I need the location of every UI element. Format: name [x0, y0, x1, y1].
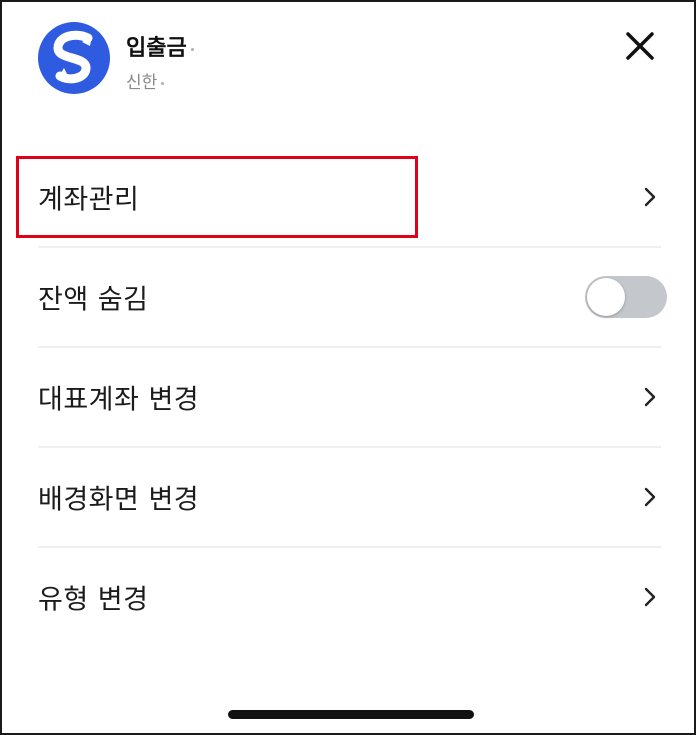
masked-dot [161, 81, 165, 85]
close-button[interactable] [620, 26, 660, 66]
account-name: 입출금 [126, 30, 194, 62]
chevron-right-icon [644, 587, 656, 607]
menu-item-change-background[interactable]: 배경화면 변경 [38, 448, 661, 548]
chevron-right-icon [644, 387, 656, 407]
menu-item-label: 대표계좌 변경 [38, 384, 200, 416]
menu-item-label: 유형 변경 [38, 584, 149, 616]
masked-dot [190, 47, 194, 51]
account-header: 입출금 신한 [2, 2, 694, 122]
chevron-right-icon [644, 487, 656, 507]
sheet-frame: 입출금 신한 계좌관리 잔액 숨김 대표계좌 변경 배경화면 변경 유형 변경 [0, 0, 696, 735]
bank-name: 신한 [126, 68, 165, 93]
menu-item-hide-balance: 잔액 숨김 [38, 248, 667, 348]
menu-item-change-type[interactable]: 유형 변경 [38, 548, 661, 646]
menu-item-change-main-account[interactable]: 대표계좌 변경 [38, 348, 661, 448]
chevron-right-icon [644, 187, 656, 207]
menu-item-label: 계좌관리 [38, 184, 140, 216]
menu-item-label: 배경화면 변경 [38, 484, 200, 516]
hide-balance-toggle[interactable] [585, 276, 667, 318]
menu-item-label: 잔액 숨김 [38, 284, 149, 316]
home-indicator [228, 710, 474, 719]
settings-menu: 계좌관리 잔액 숨김 대표계좌 변경 배경화면 변경 유형 변경 [38, 148, 667, 646]
close-icon [626, 32, 654, 60]
shinhan-logo-icon [38, 22, 110, 94]
menu-item-account-management[interactable]: 계좌관리 [38, 148, 661, 248]
toggle-knob [587, 278, 625, 316]
